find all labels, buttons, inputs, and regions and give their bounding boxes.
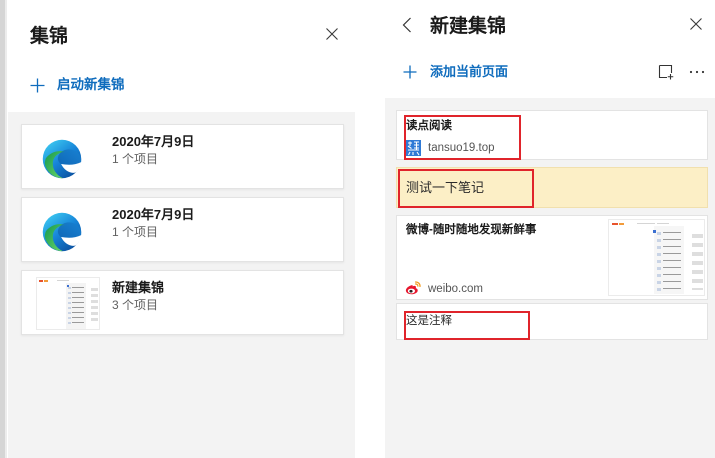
- edge-logo-icon: [42, 139, 82, 179]
- weibo-icon: [405, 281, 421, 295]
- collection-card[interactable]: 2020年7月9日 1 个项目: [21, 124, 344, 189]
- start-new-collection-label: 启动新集锦: [57, 77, 125, 92]
- page-item[interactable]: 微博-随时随地发现新鲜事 weibo.com: [396, 215, 708, 300]
- note-text: 测试一下笔记: [406, 180, 485, 195]
- page-item-site: tansuo19.top: [428, 142, 495, 154]
- collection-item-count: 1 个项目: [112, 225, 159, 239]
- close-icon: [690, 18, 702, 30]
- collection-item-count: 3 个项目: [112, 298, 159, 312]
- more-options-button[interactable]: [688, 64, 706, 80]
- start-new-collection-button[interactable]: 启动新集锦: [30, 76, 140, 94]
- plus-icon: [30, 78, 45, 93]
- collection-list: 2020年7月9日 1 个项目 2020年7月9日 1 个项目 新建集锦 3 个…: [8, 112, 355, 458]
- page-item[interactable]: 读点阅读 tansuo19.top: [396, 110, 708, 160]
- window-edge-highlight: [5, 0, 7, 458]
- close-icon: [326, 28, 338, 40]
- more-icon: [689, 70, 705, 74]
- plus-icon: [403, 65, 417, 79]
- add-note-button[interactable]: [658, 64, 674, 80]
- collection-title: 2020年7月9日: [112, 134, 195, 149]
- edge-logo-icon: [42, 212, 82, 252]
- page-item-site: weibo.com: [428, 283, 483, 295]
- collection-title-heading[interactable]: 新建集锦: [430, 15, 506, 39]
- collections-panel: 集锦 启动新集锦 2020年7月9日 1 个项目 2020年7月9日 1 个项目…: [8, 0, 355, 458]
- add-note-icon: [658, 64, 674, 80]
- collection-card[interactable]: 2020年7月9日 1 个项目: [21, 197, 344, 262]
- page-screenshot-thumbnail: [608, 219, 705, 296]
- note-item[interactable]: 这是注释: [396, 303, 708, 340]
- note-item[interactable]: 测试一下笔记: [396, 167, 708, 208]
- close-button[interactable]: [690, 18, 702, 30]
- collection-card[interactable]: 新建集锦 3 个项目: [21, 270, 344, 335]
- collections-screen: 集锦 启动新集锦 2020年7月9日 1 个项目 2020年7月9日 1 个项目…: [0, 0, 715, 458]
- page-screenshot-thumbnail: [36, 277, 100, 330]
- panel-title: 集锦: [30, 26, 69, 47]
- collection-item-count: 1 个项目: [112, 152, 159, 166]
- chevron-left-icon: [402, 17, 411, 33]
- add-current-page-button[interactable]: 添加当前页面: [403, 64, 528, 80]
- note-text: 这是注释: [406, 315, 452, 327]
- add-current-page-label: 添加当前页面: [430, 64, 509, 79]
- close-button[interactable]: [326, 28, 338, 40]
- back-button[interactable]: [402, 17, 412, 33]
- collection-items-list: 读点阅读 tansuo19.top 测试一下笔记 微博-随时随地发现新鲜事 we…: [385, 98, 715, 458]
- collection-title: 新建集锦: [112, 280, 165, 295]
- page-item-title: 微博-随时随地发现新鲜事: [406, 224, 537, 236]
- collection-detail-panel: 新建集锦 添加当前页面 读点阅读 tansuo19.top 测试一下笔记 微博-…: [385, 0, 715, 458]
- collection-title: 2020年7月9日: [112, 207, 195, 222]
- tansuo-favicon-icon: [406, 140, 421, 156]
- page-item-title: 读点阅读: [406, 120, 452, 132]
